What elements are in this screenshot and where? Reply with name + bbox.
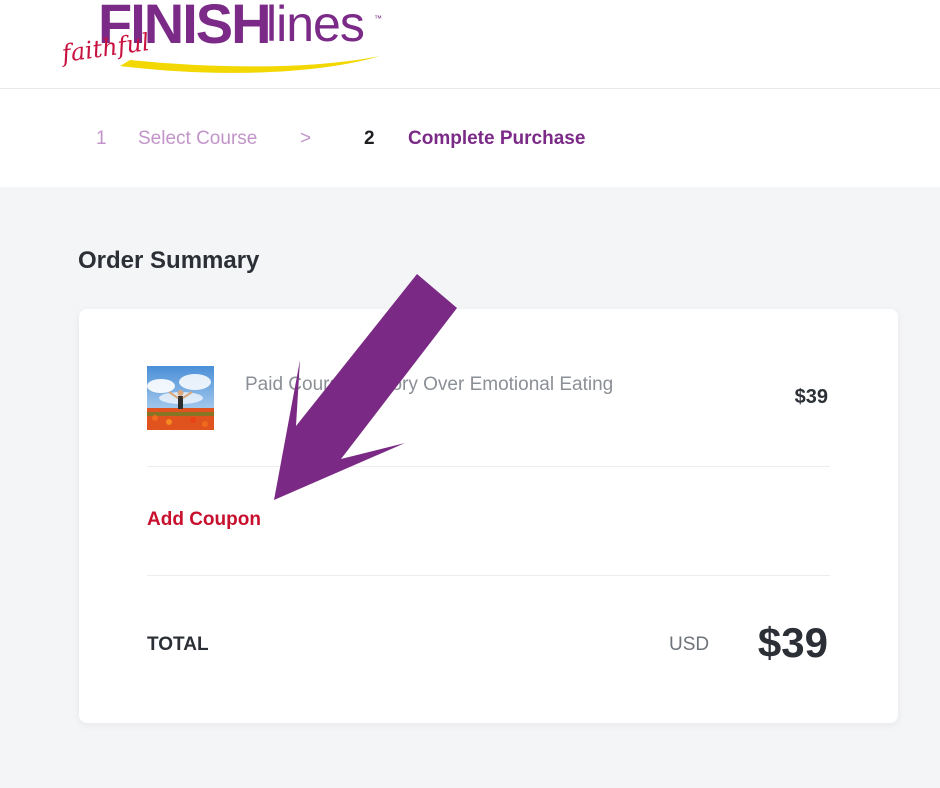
course-price: $39 bbox=[794, 386, 828, 408]
step-separator: > bbox=[300, 128, 312, 149]
logo-lines-text: lines bbox=[266, 0, 365, 52]
person-in-flower-field-image bbox=[147, 366, 214, 430]
faithful-finishlines-logo[interactable]: FINISH lines ™ faithful bbox=[60, 0, 390, 88]
add-coupon-link[interactable]: Add Coupon bbox=[147, 509, 261, 531]
order-summary-title: Order Summary bbox=[78, 247, 260, 274]
course-name: Paid Course: Victory Over Emotional Eati… bbox=[245, 374, 614, 395]
step-select-course[interactable]: Select Course bbox=[138, 128, 257, 150]
course-thumbnail bbox=[147, 366, 214, 430]
total-currency: USD bbox=[669, 634, 710, 655]
total-label: TOTAL bbox=[147, 634, 209, 655]
logo-trademark: ™ bbox=[374, 14, 382, 23]
total-amount: $39 bbox=[757, 619, 828, 666]
divider bbox=[147, 575, 830, 576]
site-header: FINISH lines ™ faithful bbox=[0, 0, 940, 89]
divider bbox=[147, 466, 830, 467]
step-2-number: 2 bbox=[364, 128, 375, 149]
step-complete-purchase: Complete Purchase bbox=[408, 128, 586, 149]
step-1-number: 1 bbox=[96, 128, 107, 149]
checkout-page: FINISH lines ™ faithful 1 Select Course … bbox=[0, 0, 940, 788]
